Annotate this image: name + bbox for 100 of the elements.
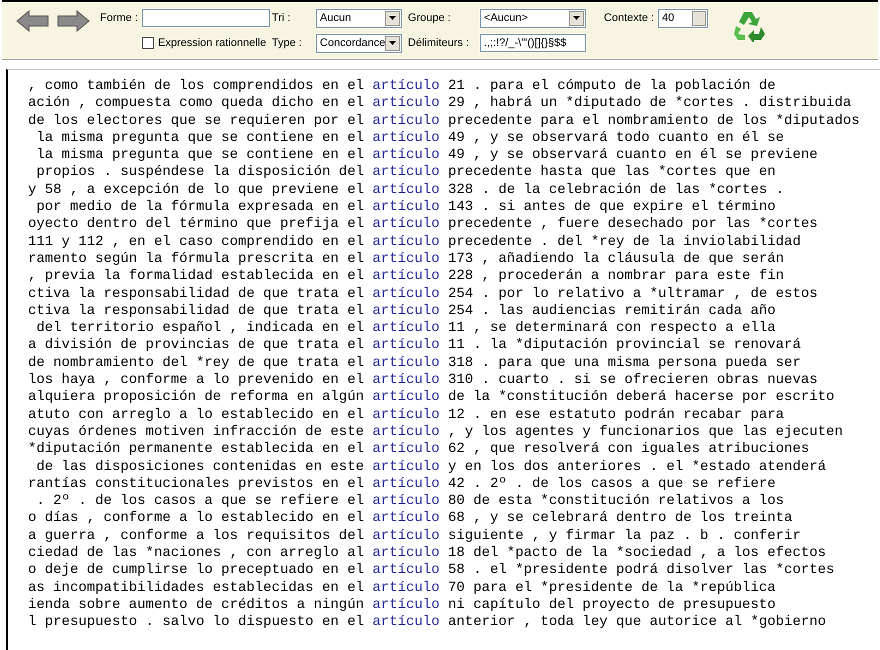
right-context: 11 , se determinará con respecto a ella xyxy=(448,320,776,338)
left-context: a división de provincias de que trata el xyxy=(26,337,364,355)
right-context: precedente para el nombramiento de los *diputados xyxy=(448,112,860,130)
left-context: rantías constitucionales previstos en el xyxy=(26,476,364,494)
right-context: 49 , y se observará todo cuanto en él se xyxy=(448,130,784,148)
forme-field[interactable] xyxy=(142,9,270,27)
left-context: o días , conforme a lo establecido en el xyxy=(26,510,364,528)
right-context: 173 , añadiendo la cláusula de que serán xyxy=(448,250,784,268)
back-arrow-icon[interactable] xyxy=(16,10,50,32)
caret-icon xyxy=(572,16,580,20)
keyword: artículo xyxy=(372,320,440,338)
left-context: , previa la formalidad establecida en el xyxy=(26,268,364,286)
type-label: Type : xyxy=(272,37,303,49)
right-context: 21 . para el cómputo de la población de xyxy=(448,78,776,96)
left-context: ramento según la fórmula prescrita en el xyxy=(26,250,364,268)
right-context: precedente hasta que las *cortes que en xyxy=(448,164,776,182)
keyword: artículo xyxy=(372,234,440,251)
keyword: artículo xyxy=(372,286,440,303)
keyword: artículo xyxy=(372,458,440,476)
keyword: artículo xyxy=(372,596,440,614)
tri-label: Tri : xyxy=(272,12,292,24)
keyword: artículo xyxy=(372,182,440,200)
keyword: artículo xyxy=(372,302,440,320)
regex-label: Expression rationnelle xyxy=(158,37,266,49)
regex-checkbox[interactable] xyxy=(142,37,154,49)
right-context: 42 . 2º . de los casos a que se refiere xyxy=(448,476,776,494)
left-context: por medio de la fórmula expresada en el xyxy=(35,199,364,216)
keyword: artículo xyxy=(372,164,440,182)
left-context: ación , compuesta como queda dicho en el xyxy=(26,95,364,113)
keyword: artículo xyxy=(372,424,440,442)
right-context: 62 , que resolverá con iguales atribuciones xyxy=(448,441,810,459)
keyword: artículo xyxy=(372,476,440,494)
left-context: . 2º . de los casos a que se refiere el xyxy=(35,493,364,510)
keyword: artículo xyxy=(372,372,440,390)
keyword: artículo xyxy=(372,112,440,130)
groupe-label: Groupe : xyxy=(408,12,452,24)
tri-dropdown[interactable]: Aucun xyxy=(316,8,402,28)
left-context: la misma pregunta que se contiene en el xyxy=(35,147,364,164)
right-context: 143 . si antes de que expire el término xyxy=(448,199,776,216)
keyword: artículo xyxy=(372,441,440,459)
left-context: de nombramiento del *rey de que trata el xyxy=(26,354,364,372)
right-context: ni capítulo del proyecto de presupuesto xyxy=(448,596,776,614)
left-context: oyecto dentro del término que prefija el xyxy=(26,216,364,234)
caret-icon xyxy=(388,16,396,20)
left-context: 111 y 112 , en el caso comprendido en el xyxy=(26,234,364,251)
keyword: artículo xyxy=(372,545,440,562)
keyword: artículo xyxy=(372,95,440,113)
keyword: artículo xyxy=(372,337,440,355)
keyword: artículo xyxy=(372,614,440,632)
caret-icon xyxy=(389,41,396,45)
right-context: 49 , y se observará cuanto en él se previene xyxy=(448,147,818,164)
forme-label: Forme : xyxy=(100,12,138,24)
left-context: a guerra , conforme a los requisitos del xyxy=(26,528,364,546)
right-context: 328 . de la celebración de las *cortes . xyxy=(448,182,784,200)
right-context: 228 , procederán a nombrar para este fin xyxy=(448,268,784,286)
keyword: artículo xyxy=(372,199,440,216)
left-context: ctiva la responsabilidad de que trata el xyxy=(26,302,364,320)
delimiteurs-field[interactable]: .,;:!?/_-\'"()[]{}§$$ xyxy=(480,34,586,52)
keyword: artículo xyxy=(372,406,440,424)
keyword: artículo xyxy=(372,268,440,286)
right-context: precedente , fuere desechado por las *cortes xyxy=(448,216,818,234)
right-context: 18 del *pacto de la *sociedad , a los efectos xyxy=(448,545,826,562)
left-context: as incompatibilidades establecidas en el xyxy=(26,580,364,597)
right-context: precedente . del *rey de la inviolabilidad xyxy=(448,234,801,251)
right-context: 310 . cuarto . si se ofrecieren obras nuevas xyxy=(448,372,818,390)
left-context: la misma pregunta que se contiene en el xyxy=(35,130,364,148)
keyword: artículo xyxy=(372,147,440,164)
left-context: atuto con arreglo a lo establecido en el xyxy=(26,406,364,424)
keyword: artículo xyxy=(372,250,440,268)
left-context: del territorio español , indicada en el xyxy=(35,320,364,338)
keyword: artículo xyxy=(372,562,440,580)
left-context: *diputación permanente establecida en el xyxy=(26,441,364,459)
keyword: artículo xyxy=(372,510,440,528)
left-context: alquiera proposición de reforma en algún xyxy=(26,389,364,407)
left-context: propios . suspéndese la disposición del xyxy=(35,164,364,182)
keyword: artículo xyxy=(372,389,440,407)
groupe-dropdown[interactable]: <Aucun> xyxy=(480,8,586,28)
right-context: 254 . por lo relativo a *ultramar , de estos xyxy=(448,286,818,303)
contexte-label: Contexte : xyxy=(604,12,654,24)
right-context: y en los dos anteriores . el *estado atenderá xyxy=(448,458,826,476)
left-context: y 58 , a excepción de lo que previene el xyxy=(26,182,364,200)
forward-arrow-icon[interactable] xyxy=(56,10,90,32)
left-context: , como también de los comprendidos en el xyxy=(26,78,364,96)
left-context: l presupuesto . salvo lo dispuesto en el xyxy=(26,614,364,632)
right-context: 58 . el *presidente podrá disolver las *cortes xyxy=(448,562,834,580)
right-context: 318 . para que una misma persona pueda ser xyxy=(448,354,801,372)
keyword: artículo xyxy=(372,78,440,96)
right-context: 254 . las audiencias remitirán cada año xyxy=(448,302,776,320)
right-context: 68 , y se celebrará dentro de los treinta xyxy=(448,510,792,528)
left-context: cuyas órdenes motiven infracción de este xyxy=(26,424,364,442)
left-context: ciedad de las *naciones , con arreglo al xyxy=(26,545,364,562)
contexte-spinner[interactable]: 40 xyxy=(658,8,708,28)
type-dropdown[interactable]: Concordance xyxy=(316,34,402,52)
left-context: de los electores que se requieren por el xyxy=(26,112,364,130)
left-context: o deje de cumplirse lo preceptuado en el xyxy=(26,562,364,580)
left-context: ctiva la responsabilidad de que trata el xyxy=(26,286,364,303)
right-context: 11 . la *diputación provincial se renovará xyxy=(448,337,801,355)
right-context: 80 de esta *constitución relativos a los xyxy=(448,493,784,510)
right-context: 29 , habrá un *diputado de *cortes . distribuida xyxy=(448,95,852,113)
delimiteurs-label: Délimiteurs : xyxy=(408,37,470,49)
